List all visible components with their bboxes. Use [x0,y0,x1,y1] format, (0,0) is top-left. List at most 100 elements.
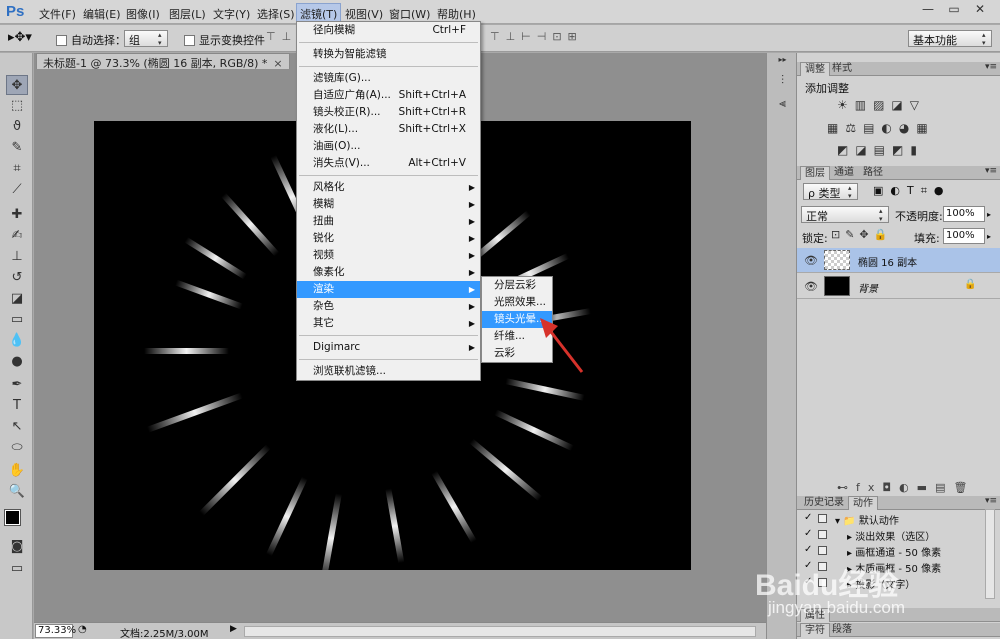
action-row[interactable]: ✓ ▾ 📁 默认动作 [797,511,985,527]
stamp-tool-icon[interactable]: ⊥ [6,247,28,267]
document-tab[interactable]: 未标题-1 @ 73.3% (椭圆 16 副本, RGB/8) * × [36,53,290,70]
filter-menu-item[interactable]: 渲染 ▶ [297,281,480,298]
action-row[interactable]: ✓ ▸ 淡出效果（选区） [797,527,985,543]
menu-edit[interactable]: 编辑(E) [83,6,121,22]
close-tab-icon[interactable]: × [273,57,282,70]
check-icon[interactable]: ✓ [804,544,812,555]
maximize-button[interactable]: ▭ [942,2,966,20]
filter-menu-item[interactable]: Digimarc ▶ [297,339,480,356]
menu-layer[interactable]: 图层(L) [169,6,206,22]
tab-styles[interactable]: 样式 [828,62,856,76]
zoom-tool-icon[interactable]: 🔍 [6,482,28,502]
filter-menu-item[interactable]: 浏览联机滤镜... [297,363,480,380]
status-menu-arrow[interactable]: ▶ [230,624,237,634]
quick-mask-icon[interactable]: ◙ [6,537,28,557]
filter-menu-item[interactable]: 其它 ▶ [297,315,480,332]
layer-filter-dropdown[interactable]: ρ 类型 [803,183,858,200]
menu-image[interactable]: 图像(I) [126,6,160,22]
hand-tool-icon[interactable]: ✋ [6,461,28,481]
fill-field[interactable]: 100% [943,228,985,244]
menu-view[interactable]: 视图(V) [345,6,383,22]
move-tool-preset-icon[interactable]: ▸✥▾ [8,30,32,45]
filter-menu-item[interactable]: 转换为智能滤镜 [297,46,480,63]
eye-icon[interactable]: 👁 [804,280,818,293]
check-icon[interactable]: ✓ [804,512,812,523]
filter-menu-item[interactable]: 消失点(V)... Alt+Ctrl+V [297,155,480,172]
filter-menu-item[interactable]: 径向模糊 Ctrl+F [297,22,480,39]
gradient-tool-icon[interactable]: ▭ [6,310,28,330]
filter-menu-item[interactable]: 锐化 ▶ [297,230,480,247]
menu-select[interactable]: 选择(S) [257,6,295,22]
tab-paths[interactable]: 路径 [859,166,887,180]
dialog-toggle-box[interactable] [818,546,827,555]
pen-tool-icon[interactable]: ✒ [6,375,28,395]
filter-menu-item[interactable]: 扭曲 ▶ [297,213,480,230]
panel-menu-icon[interactable]: ▾≡ [985,62,997,72]
healing-tool-icon[interactable]: ✚ [6,205,28,225]
distribute-icons[interactable]: ⊤⊥⊢⊣⊡⊞ [490,30,583,43]
action-row[interactable]: ✓ ▸ 画框通道 - 50 像素 [797,543,985,559]
collapse-arrows-icon[interactable]: ▸▸ [774,55,791,70]
eye-icon[interactable]: 👁 [804,254,818,267]
marquee-tool-icon[interactable]: ⬚ [6,96,28,116]
path-select-tool-icon[interactable]: ↖ [6,417,28,437]
auto-select-checkbox[interactable]: 自动选择： [56,32,126,48]
layer-row-ellipse-copy[interactable]: 👁 椭圆 16 副本 [797,248,1000,273]
move-tool-icon[interactable]: ✥ [6,75,28,95]
dodge-tool-icon[interactable]: ● [6,352,28,372]
filter-menu-item[interactable]: 杂色 ▶ [297,298,480,315]
menu-type[interactable]: 文字(Y) [213,6,250,22]
adjustment-icons-row-1[interactable]: ☀▥▨◪▽ [837,98,926,112]
dialog-toggle-box[interactable] [818,514,827,523]
filter-menu-item[interactable]: 油画(O)... [297,138,480,155]
filter-menu-item[interactable]: 模糊 ▶ [297,196,480,213]
type-tool-icon[interactable]: T [6,396,28,416]
render-submenu-item[interactable]: 分层云彩 [482,277,552,294]
blend-mode-dropdown[interactable]: 正常 [801,206,889,223]
layer-bottom-icons[interactable]: ⊷fx◘◐▬▤🗑 [837,481,975,494]
shape-tool-icon[interactable]: ⬭ [6,438,28,458]
actions-scrollbar[interactable] [985,509,995,599]
filter-menu-item[interactable]: 自适应广角(A)... Shift+Ctrl+A [297,87,480,104]
filter-menu-item[interactable]: 液化(L)... Shift+Ctrl+X [297,121,480,138]
filter-menu-item[interactable]: 风格化 ▶ [297,179,480,196]
opacity-field[interactable]: 100% [943,206,985,222]
menu-window[interactable]: 窗口(W) [389,6,430,22]
layer-filter-icons[interactable]: ▣◐T⌗● [873,184,951,198]
lock-icons[interactable]: ⊡✎✥🔒 [831,228,892,241]
menu-file[interactable]: 文件(F) [39,6,76,22]
tab-adjustments[interactable]: 调整 [800,62,830,76]
adjustment-icons-row-3[interactable]: ◩◪▤◩▮ [837,143,924,157]
blur-tool-icon[interactable]: 💧 [6,331,28,351]
filter-menu-item[interactable]: 滤镜库(G)... [297,70,480,87]
filter-menu-item[interactable]: 镜头校正(R)... Shift+Ctrl+R [297,104,480,121]
tab-layers[interactable]: 图层 [800,166,830,180]
eyedropper-tool-icon[interactable]: ⟋ [6,180,28,200]
auto-select-dropdown[interactable]: 组 [124,30,168,47]
layer-row-background[interactable]: 👁 背景 🔒 [797,274,1000,299]
tab-channels[interactable]: 通道 [830,166,858,180]
status-view-icon[interactable]: ◔ [78,624,87,635]
tab-character[interactable]: 字符 [800,623,830,637]
opacity-arrow-icon[interactable]: ▸ [987,210,991,219]
layers-panel-menu-icon[interactable]: ▾≡ [985,166,997,176]
zoom-field[interactable]: 73.33% [35,624,76,638]
crop-tool-icon[interactable]: ⌗ [6,159,28,179]
actions-panel-menu-icon[interactable]: ▾≡ [985,496,997,506]
eraser-tool-icon[interactable]: ◪ [6,289,28,309]
adjustment-icons-row-2[interactable]: ▦⚖▤◐◕▦ [827,121,935,135]
tab-history[interactable]: 历史记录 [800,496,848,510]
tab-actions[interactable]: 动作 [848,496,878,510]
screen-mode-icon[interactable]: ▭ [6,559,28,579]
history-panel-icon[interactable]: ⫶ [774,73,791,88]
foreground-color-swatch[interactable] [4,509,21,526]
show-transform-checkbox[interactable]: 显示变换控件 [184,32,265,48]
properties-panel-icon[interactable]: ⫷ [774,96,791,111]
filter-menu-item[interactable]: 像素化 ▶ [297,264,480,281]
horizontal-scrollbar[interactable] [244,626,756,637]
fill-arrow-icon[interactable]: ▸ [987,232,991,241]
workspace-dropdown[interactable]: 基本功能 [908,30,992,47]
minimize-button[interactable]: — [916,2,940,20]
brush-tool-icon[interactable]: ✍ [6,226,28,246]
lasso-tool-icon[interactable]: ϑ [6,117,28,137]
